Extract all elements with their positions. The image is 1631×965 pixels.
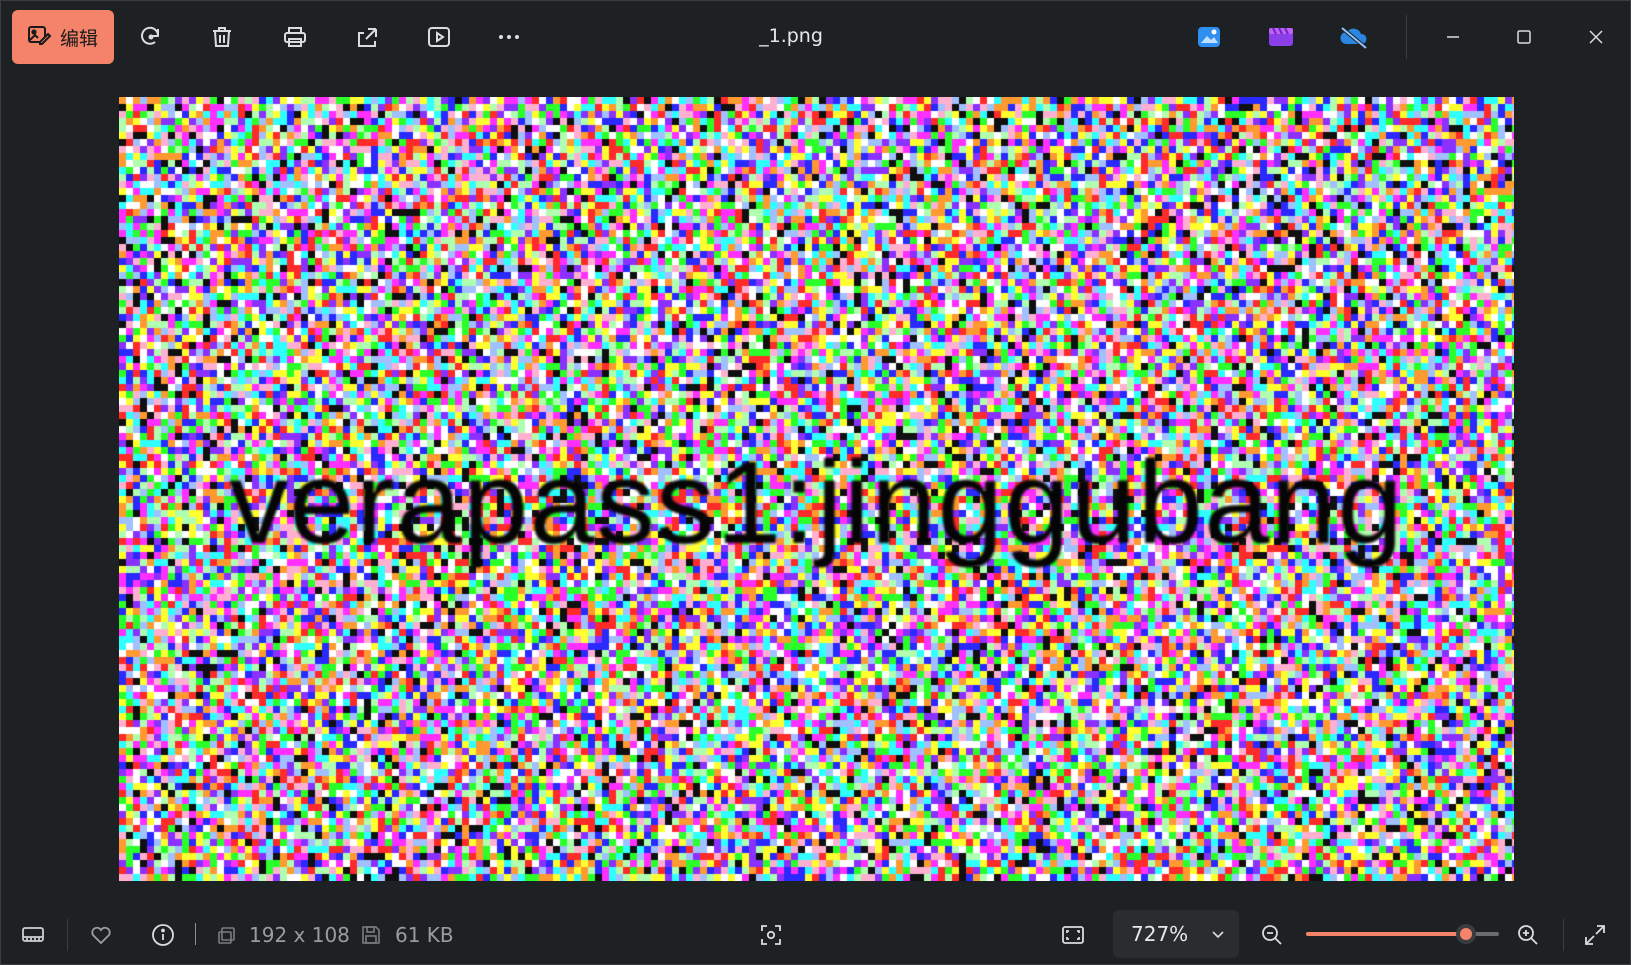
fullscreen-button[interactable] [1577, 917, 1613, 953]
rotate-button[interactable] [129, 15, 173, 59]
more-button[interactable] [487, 15, 531, 59]
status-divider [195, 923, 196, 945]
chevron-down-icon [1212, 931, 1224, 939]
fit-to-window-button[interactable] [1055, 917, 1091, 953]
file-name: _1.png [759, 25, 823, 47]
close-icon [1589, 30, 1603, 44]
edit-button[interactable]: 编辑 [12, 10, 114, 64]
zoom-in-button[interactable] [1510, 917, 1546, 953]
visual-search-button[interactable] [753, 917, 789, 953]
zoom-slider[interactable] [1306, 924, 1499, 944]
image-embedded-text: verapass1:jinggubang [229, 437, 1404, 569]
minimize-button[interactable] [1430, 15, 1476, 59]
zoom-level-value: 727% [1131, 922, 1189, 946]
info-icon [152, 924, 174, 946]
image-viewport[interactable]: verapass1:jinggubang [119, 97, 1514, 881]
edit-image-icon [26, 22, 52, 52]
minimize-icon [1447, 36, 1459, 38]
photo-editor-icon [1198, 27, 1220, 47]
play-icon [428, 27, 450, 47]
delete-button[interactable] [200, 15, 244, 59]
filesize-item: 61 KB [357, 917, 454, 953]
zoom-in-icon [1518, 925, 1538, 945]
filmstrip-icon [22, 927, 44, 942]
rotate-icon [141, 26, 160, 45]
share-button[interactable] [345, 15, 389, 59]
save-disk-icon [362, 926, 380, 944]
favorite-button[interactable] [83, 917, 119, 953]
edit-label: 编辑 [60, 27, 99, 50]
maximize-button[interactable] [1501, 15, 1547, 59]
status-divider [67, 919, 68, 951]
file-info-button[interactable] [145, 917, 181, 953]
onedrive-off-icon [1340, 26, 1368, 50]
close-button[interactable] [1573, 15, 1619, 59]
onedrive-app-button[interactable] [1335, 18, 1373, 56]
photos-window: 编辑 _1.png verapass1:jinggubang 192 x 108… [0, 0, 1631, 965]
print-button[interactable] [273, 15, 317, 59]
zoom-level-dropdown[interactable]: 727% [1113, 910, 1239, 958]
image-dimensions: 192 x 108 [249, 923, 350, 947]
top-toolbar: 编辑 _1.png [1, 1, 1630, 75]
status-divider [1563, 919, 1564, 951]
resolution-icon [218, 927, 235, 944]
heart-icon [91, 926, 111, 945]
filmstrip-button[interactable] [15, 917, 51, 953]
dimensions-item: 192 x 108 [213, 917, 350, 953]
printer-icon [284, 27, 306, 47]
zoom-slider-fill [1306, 932, 1467, 936]
fit-screen-icon [1062, 926, 1084, 944]
share-icon [358, 28, 377, 47]
zoom-out-icon [1262, 925, 1282, 945]
clipchamp-app-button[interactable] [1262, 18, 1300, 56]
zoom-out-button[interactable] [1254, 917, 1290, 953]
toolbar-divider [1406, 15, 1407, 59]
visual-search-icon [761, 925, 781, 945]
more-icon [499, 35, 519, 39]
trash-icon [213, 27, 231, 47]
maximize-icon [1517, 30, 1531, 44]
photo-editor-app-button[interactable] [1190, 18, 1228, 56]
fullscreen-expand-icon [1585, 925, 1605, 945]
slideshow-button[interactable] [417, 15, 461, 59]
file-size: 61 KB [395, 923, 454, 947]
clipchamp-icon [1269, 27, 1293, 46]
